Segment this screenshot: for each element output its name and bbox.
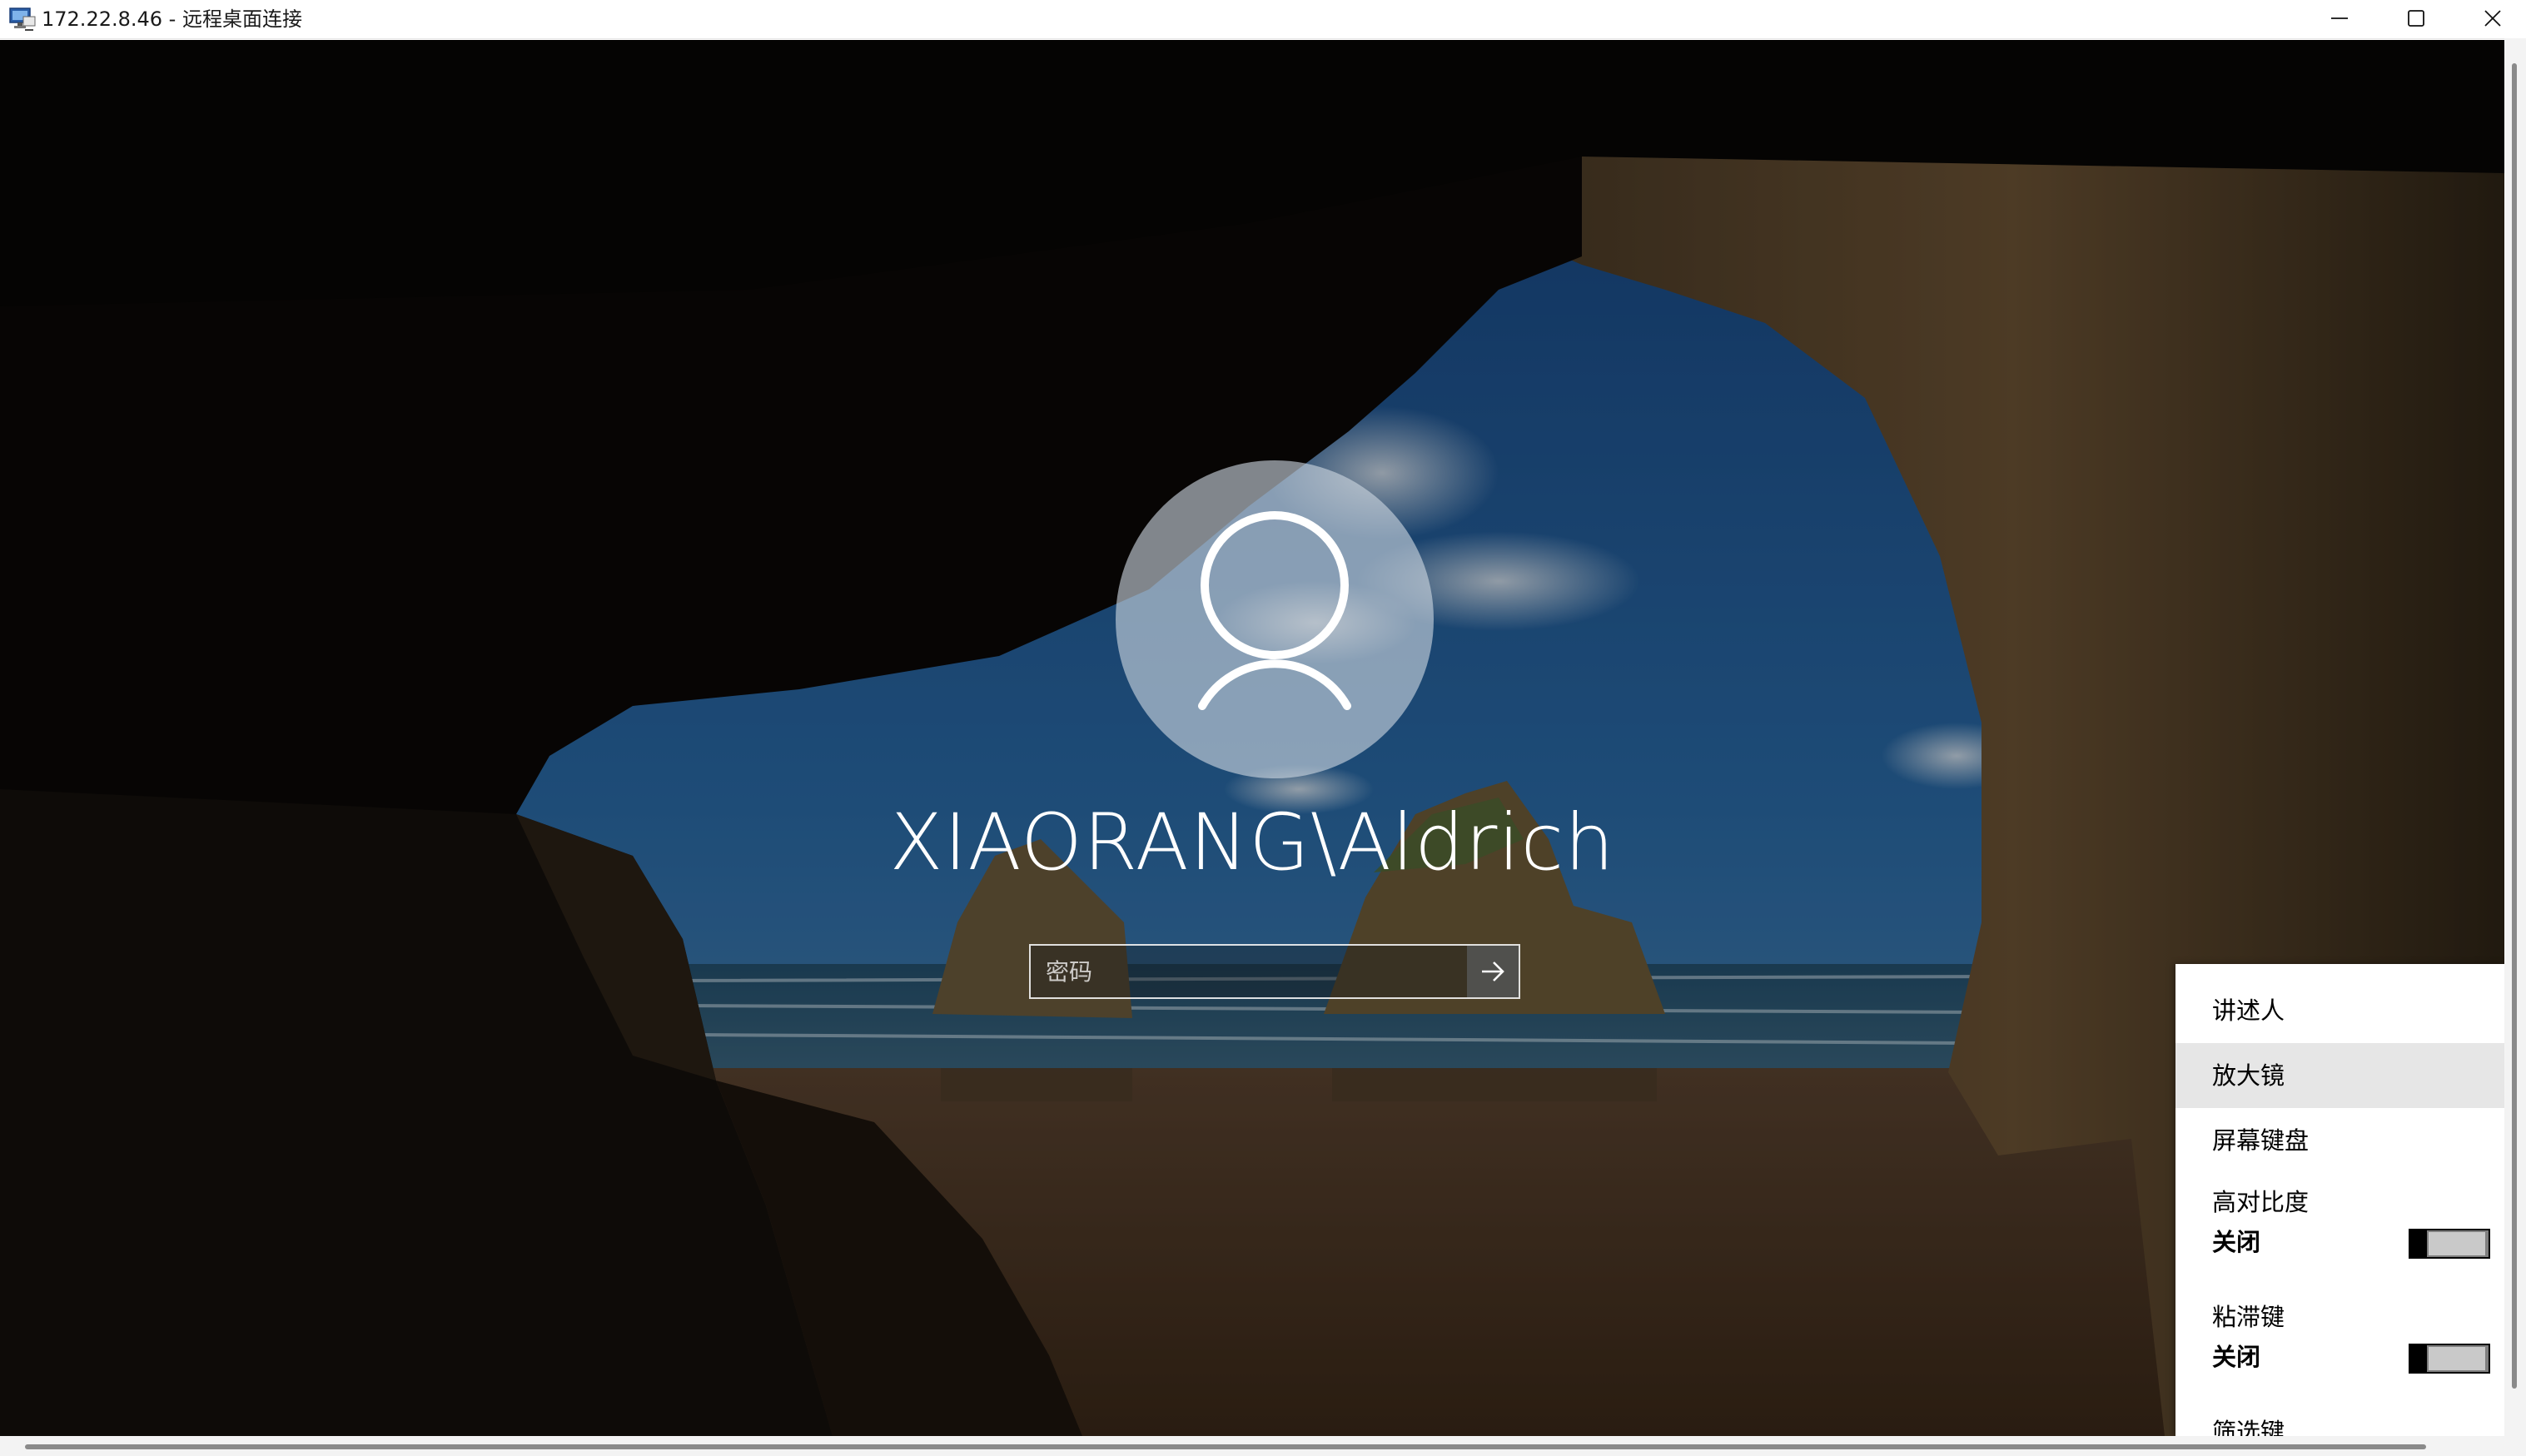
toggle-track (2429, 1232, 2485, 1255)
window-title: 172.22.8.46 - 远程桌面连接 (42, 7, 302, 31)
sticky-keys-state: 关闭 (2212, 1343, 2261, 1371)
menu-item-sticky-keys: 粘滞键 关闭 (2175, 1289, 2504, 1389)
username-label: XIAORANG\Aldrich (889, 798, 1615, 888)
menu-item-narrator[interactable]: 讲述人 (2175, 978, 2504, 1043)
ease-of-access-menu: 讲述人 放大镜 屏幕键盘 高对比度 关闭 粘滞键 关闭 筛选键 (2175, 964, 2504, 1436)
submit-button[interactable] (1467, 946, 1519, 997)
horizontal-scrollbar-thumb[interactable] (25, 1444, 2426, 1449)
close-button[interactable] (2454, 0, 2526, 37)
user-avatar (1116, 460, 1434, 778)
window-titlebar[interactable]: 172.22.8.46 - 远程桌面连接 (0, 0, 2526, 39)
toggle-thumb (2409, 1229, 2427, 1259)
vertical-scrollbar-thumb[interactable] (2512, 63, 2517, 1389)
sticky-keys-label: 粘滞键 (2212, 1303, 2285, 1331)
remote-desktop-icon (8, 5, 37, 33)
magnifier-label: 放大镜 (2212, 1061, 2285, 1090)
narrator-label: 讲述人 (2212, 996, 2285, 1025)
high-contrast-toggle[interactable] (2409, 1229, 2490, 1259)
on-screen-keyboard-label: 屏幕键盘 (2212, 1126, 2310, 1155)
filter-keys-label: 筛选键 (2212, 1418, 2285, 1436)
toggle-track (2429, 1347, 2485, 1370)
high-contrast-label: 高对比度 (2212, 1188, 2310, 1216)
arrow-right-icon (1482, 962, 1504, 981)
remote-desktop-view[interactable]: XIAORANG\Aldrich 讲述人 放大镜 屏幕键盘 高对比度 关闭 粘滞… (0, 40, 2504, 1436)
menu-item-on-screen-keyboard[interactable]: 屏幕键盘 (2175, 1108, 2504, 1173)
horizontal-scrollbar[interactable] (0, 1436, 2526, 1456)
minimize-icon (2331, 17, 2348, 19)
password-box (1029, 944, 1520, 999)
user-icon (1198, 511, 1351, 710)
close-icon (2484, 10, 2501, 27)
toggle-thumb (2409, 1344, 2427, 1374)
menu-item-magnifier[interactable]: 放大镜 (2175, 1043, 2504, 1108)
menu-item-high-contrast: 高对比度 关闭 (2175, 1174, 2504, 1274)
minimize-button[interactable] (2301, 0, 2378, 37)
maximize-button[interactable] (2378, 0, 2454, 37)
password-input[interactable] (1031, 946, 1467, 997)
high-contrast-state: 关闭 (2212, 1228, 2261, 1256)
vertical-scrollbar[interactable] (2504, 38, 2526, 1438)
menu-item-filter-keys[interactable]: 筛选键 (2175, 1404, 2504, 1436)
maximize-icon (2408, 10, 2424, 27)
sticky-keys-toggle[interactable] (2409, 1344, 2490, 1374)
